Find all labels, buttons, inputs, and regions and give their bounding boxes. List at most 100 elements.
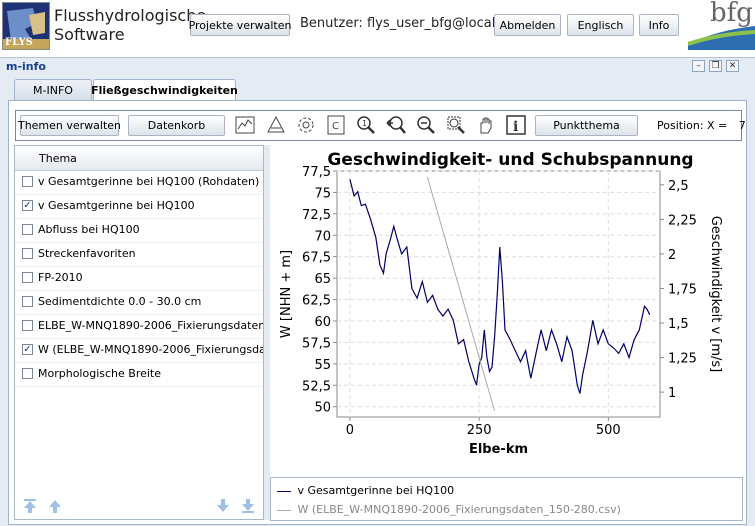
x-tick-label: 250 bbox=[467, 423, 492, 438]
y-axis-label-left: W [NHN + m] bbox=[279, 250, 294, 338]
theme-label: W (ELBE_W-MNQ1890-2006_Fixierungsdaten_ bbox=[38, 343, 263, 356]
y-tick-label-left: 75 bbox=[314, 186, 331, 201]
y-tick-label-left: 50 bbox=[314, 401, 331, 416]
bfg-logo-text: bfg bbox=[710, 0, 753, 28]
theme-row[interactable]: Sedimentdichte 0.0 - 30.0 cm bbox=[15, 290, 263, 315]
theme-checkbox[interactable]: ✓ bbox=[22, 200, 33, 211]
y-tick-label-left: 67,5 bbox=[302, 251, 331, 266]
y-tick-label-left: 70 bbox=[314, 229, 331, 244]
app-title: Flusshydrologische Software bbox=[54, 6, 206, 44]
legend-item-water-level: W (ELBE_W-MNQ1890-2006_Fixierungsdaten_1… bbox=[277, 503, 621, 516]
panel-title: m-info bbox=[6, 60, 46, 73]
chart-area: Geschwindigkeit- und Schubspannung 0 250 50… bbox=[270, 145, 743, 475]
y-tick-label-right: 1 bbox=[668, 386, 676, 401]
theme-label: Streckenfavoriten bbox=[38, 247, 136, 260]
pdf-export-icon[interactable] bbox=[265, 114, 287, 136]
theme-label: Abfluss bei HQ100 bbox=[38, 223, 140, 236]
projects-button[interactable]: Projekte verwalten bbox=[189, 14, 291, 36]
theme-row[interactable]: ✓ v Gesamtgerinne bei HQ100 bbox=[15, 194, 263, 219]
flys-logo: FLYS bbox=[2, 2, 50, 50]
manage-themes-button[interactable]: Themen verwalten bbox=[18, 115, 121, 136]
y-tick-label-right: 2 bbox=[668, 248, 676, 263]
theme-checkbox[interactable] bbox=[22, 320, 33, 331]
legend-swatch-water-level bbox=[277, 509, 291, 511]
y-tick-label-left: 57,5 bbox=[302, 336, 331, 351]
theme-checkbox[interactable]: ✓ bbox=[22, 344, 33, 355]
theme-list-header: Thema bbox=[15, 146, 263, 171]
x-axis-label: Elbe-km bbox=[469, 442, 528, 457]
move-up-icon[interactable] bbox=[47, 498, 63, 517]
legend-item-velocity: v Gesamtgerinne bei HQ100 bbox=[277, 484, 454, 497]
bfg-logo: bfg bbox=[687, 0, 755, 50]
theme-row[interactable]: ✓ W (ELBE_W-MNQ1890-2006_Fixierungsdaten_ bbox=[15, 338, 263, 363]
theme-checkbox[interactable] bbox=[22, 368, 33, 379]
flys-logo-text: FLYS bbox=[5, 37, 33, 48]
position-readout: Position: X = 7 bbox=[657, 119, 746, 132]
theme-checkbox[interactable] bbox=[22, 176, 33, 187]
theme-row[interactable]: ELBE_W-MNQ1890-2006_Fixierungsdaten_150 bbox=[15, 314, 263, 339]
app-title-line1: Flusshydrologische bbox=[54, 6, 207, 25]
tab-m-info[interactable]: M-INFO bbox=[14, 79, 92, 100]
x-tick-label: 500 bbox=[596, 423, 621, 438]
theme-label: Morphologische Breite bbox=[38, 367, 161, 380]
zoom-in-icon[interactable]: 1 bbox=[355, 114, 377, 136]
move-down-icon[interactable] bbox=[215, 498, 231, 517]
point-theme-button[interactable]: Punktthema bbox=[535, 115, 638, 136]
y-tick-label-left: 52,5 bbox=[302, 379, 331, 394]
move-bottom-icon[interactable] bbox=[240, 498, 256, 517]
theme-row[interactable]: Morphologische Breite bbox=[15, 362, 263, 387]
theme-label: FP-2010 bbox=[38, 271, 83, 284]
theme-label: Sedimentdichte 0.0 - 30.0 cm bbox=[38, 295, 202, 308]
csv-export-icon[interactable]: C bbox=[325, 114, 347, 136]
minimize-icon[interactable]: – bbox=[692, 60, 705, 72]
chart-title: Geschwindigkeit- und Schubspannung bbox=[327, 150, 693, 170]
language-button[interactable]: Englisch bbox=[567, 14, 634, 36]
info-icon[interactable]: i bbox=[505, 114, 527, 136]
chart-legend: v Gesamtgerinne bei HQ100 W (ELBE_W-MNQ1… bbox=[270, 477, 743, 521]
theme-row[interactable]: FP-2010 bbox=[15, 266, 263, 291]
theme-row[interactable]: v Gesamtgerinne bei HQ100 (Rohdaten) bbox=[15, 170, 263, 195]
chart-export-icon[interactable] bbox=[234, 114, 256, 136]
zoom-fit-icon[interactable] bbox=[445, 114, 467, 136]
logout-button[interactable]: Abmelden bbox=[494, 14, 561, 36]
legend-label-water-level: W (ELBE_W-MNQ1890-2006_Fixierungsdaten_1… bbox=[297, 503, 621, 516]
tab-flow-velocities[interactable]: Fließgeschwindigkeiten bbox=[91, 79, 238, 101]
y-tick-label-right: 2,25 bbox=[668, 213, 697, 228]
chart: Geschwindigkeit- und Schubspannung0 250 50… bbox=[279, 150, 723, 457]
y-tick-label-right: 1,25 bbox=[668, 352, 697, 367]
y-tick-label-left: 62,5 bbox=[302, 294, 331, 309]
theme-checkbox[interactable] bbox=[22, 224, 33, 235]
theme-checkbox[interactable] bbox=[22, 248, 33, 259]
pan-hand-icon[interactable] bbox=[475, 114, 497, 136]
user-label: Benutzer: flys_user_bfg@localdb bbox=[300, 16, 512, 31]
theme-column-header[interactable]: Thema bbox=[39, 152, 77, 165]
restore-icon[interactable]: ❐ bbox=[709, 60, 722, 72]
y-tick-label-left: 72,5 bbox=[302, 208, 331, 223]
position-value: 7 bbox=[738, 119, 746, 132]
y-tick-label-left: 60 bbox=[314, 315, 331, 330]
y-axis-label-right: Geschwindigkeit v [m/s] bbox=[708, 216, 723, 373]
datacart-button[interactable]: Datenkorb bbox=[128, 115, 225, 136]
theme-checkbox[interactable] bbox=[22, 272, 33, 283]
zoom-out-icon[interactable] bbox=[415, 114, 437, 136]
y-tick-label-left: 77,5 bbox=[302, 165, 331, 180]
theme-list: Thema v Gesamtgerinne bei HQ100 (Rohdate… bbox=[14, 145, 264, 520]
close-icon[interactable]: ✕ bbox=[726, 60, 739, 72]
y-tick-label-left: 55 bbox=[314, 358, 331, 373]
zoom-back-icon[interactable] bbox=[385, 114, 407, 136]
position-label: Position: X = bbox=[657, 119, 728, 132]
info-button[interactable]: Info bbox=[639, 14, 679, 36]
theme-row[interactable]: Streckenfavoriten bbox=[15, 242, 263, 267]
theme-checkbox[interactable] bbox=[22, 296, 33, 307]
x-tick-label: 0 bbox=[346, 423, 354, 438]
move-top-icon[interactable] bbox=[22, 498, 38, 517]
y-tick-label-right: 2,5 bbox=[668, 179, 689, 194]
y-tick-label-right: 1,5 bbox=[668, 317, 689, 332]
theme-row[interactable]: Abfluss bei HQ100 bbox=[15, 218, 263, 243]
plot-area bbox=[336, 170, 661, 418]
legend-label-velocity: v Gesamtgerinne bei HQ100 bbox=[297, 484, 455, 497]
theme-label: v Gesamtgerinne bei HQ100 bbox=[38, 199, 195, 212]
theme-label: v Gesamtgerinne bei HQ100 (Rohdaten) bbox=[38, 175, 260, 188]
svg-text:i: i bbox=[513, 119, 518, 135]
settings-icon[interactable] bbox=[295, 114, 317, 136]
